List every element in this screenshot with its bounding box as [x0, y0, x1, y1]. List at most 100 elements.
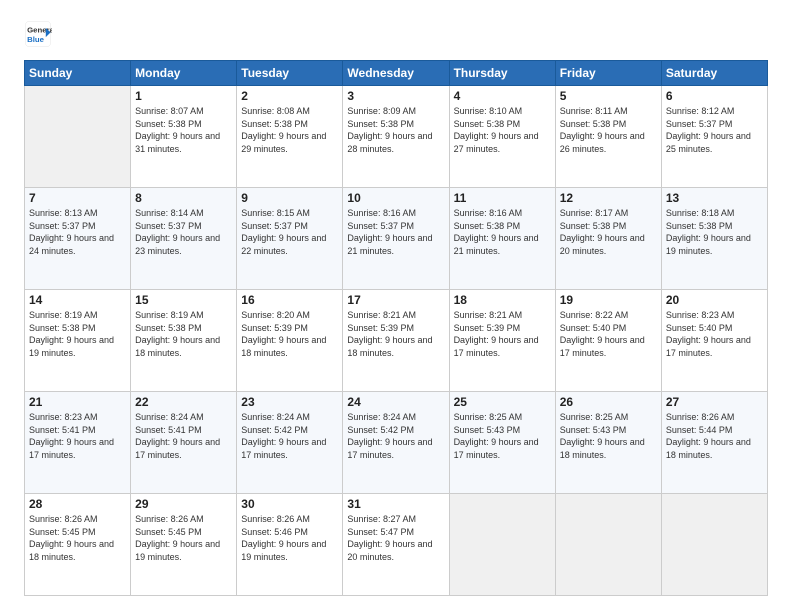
daylight-label: Daylight: 9 hours and 23 minutes. [135, 233, 220, 256]
daylight-label: Daylight: 9 hours and 18 minutes. [29, 539, 114, 562]
calendar-header-monday: Monday [131, 61, 237, 86]
sunset-label: Sunset: 5:42 PM [347, 425, 414, 435]
day-number: 27 [666, 395, 763, 409]
day-number: 17 [347, 293, 444, 307]
day-info: Sunrise: 8:09 AMSunset: 5:38 PMDaylight:… [347, 105, 444, 155]
calendar-week-row: 1Sunrise: 8:07 AMSunset: 5:38 PMDaylight… [25, 86, 768, 188]
sunset-label: Sunset: 5:38 PM [454, 119, 521, 129]
calendar-cell: 21Sunrise: 8:23 AMSunset: 5:41 PMDayligh… [25, 392, 131, 494]
day-info: Sunrise: 8:26 AMSunset: 5:45 PMDaylight:… [29, 513, 126, 563]
calendar-cell: 26Sunrise: 8:25 AMSunset: 5:43 PMDayligh… [555, 392, 661, 494]
sunset-label: Sunset: 5:37 PM [29, 221, 96, 231]
sunset-label: Sunset: 5:38 PM [560, 221, 627, 231]
day-number: 3 [347, 89, 444, 103]
daylight-label: Daylight: 9 hours and 17 minutes. [666, 335, 751, 358]
calendar-week-row: 28Sunrise: 8:26 AMSunset: 5:45 PMDayligh… [25, 494, 768, 596]
sunset-label: Sunset: 5:38 PM [135, 119, 202, 129]
sunset-label: Sunset: 5:38 PM [347, 119, 414, 129]
daylight-label: Daylight: 9 hours and 31 minutes. [135, 131, 220, 154]
sunset-label: Sunset: 5:38 PM [560, 119, 627, 129]
sunrise-label: Sunrise: 8:09 AM [347, 106, 416, 116]
day-number: 10 [347, 191, 444, 205]
day-number: 2 [241, 89, 338, 103]
daylight-label: Daylight: 9 hours and 19 minutes. [135, 539, 220, 562]
day-info: Sunrise: 8:27 AMSunset: 5:47 PMDaylight:… [347, 513, 444, 563]
calendar-header-tuesday: Tuesday [237, 61, 343, 86]
day-number: 13 [666, 191, 763, 205]
day-number: 16 [241, 293, 338, 307]
sunrise-label: Sunrise: 8:26 AM [135, 514, 204, 524]
sunset-label: Sunset: 5:38 PM [666, 221, 733, 231]
sunrise-label: Sunrise: 8:19 AM [29, 310, 98, 320]
sunrise-label: Sunrise: 8:26 AM [241, 514, 310, 524]
day-number: 9 [241, 191, 338, 205]
day-info: Sunrise: 8:19 AM Sunset: 5:38 PM Daylight:… [29, 309, 126, 359]
sunset-label: Sunset: 5:38 PM [29, 323, 96, 333]
daylight-label: Daylight: 9 hours and 17 minutes. [135, 437, 220, 460]
calendar-cell: 24Sunrise: 8:24 AMSunset: 5:42 PMDayligh… [343, 392, 449, 494]
calendar-cell: 8Sunrise: 8:14 AMSunset: 5:37 PMDaylight… [131, 188, 237, 290]
sunset-label: Sunset: 5:43 PM [560, 425, 627, 435]
sunrise-label: Sunrise: 8:11 AM [560, 106, 628, 116]
sunrise-label: Sunrise: 8:10 AM [454, 106, 523, 116]
calendar-header-wednesday: Wednesday [343, 61, 449, 86]
day-info: Sunrise: 8:16 AMSunset: 5:37 PMDaylight:… [347, 207, 444, 257]
day-info: Sunrise: 8:13 AMSunset: 5:37 PMDaylight:… [29, 207, 126, 257]
calendar-cell: 19Sunrise: 8:22 AMSunset: 5:40 PMDayligh… [555, 290, 661, 392]
sunset-label: Sunset: 5:45 PM [29, 527, 96, 537]
calendar-header-sunday: Sunday [25, 61, 131, 86]
day-number: 14 [29, 293, 126, 307]
sunrise-label: Sunrise: 8:16 AM [347, 208, 416, 218]
day-info: Sunrise: 8:24 AMSunset: 5:42 PMDaylight:… [347, 411, 444, 461]
calendar-cell: 29Sunrise: 8:26 AMSunset: 5:45 PMDayligh… [131, 494, 237, 596]
sunrise-label: Sunrise: 8:19 AM [135, 310, 204, 320]
calendar-table: SundayMondayTuesdayWednesdayThursdayFrid… [24, 60, 768, 596]
sunset-label: Sunset: 5:37 PM [666, 119, 733, 129]
day-number: 7 [29, 191, 126, 205]
calendar-cell: 13Sunrise: 8:18 AMSunset: 5:38 PMDayligh… [661, 188, 767, 290]
calendar-header-thursday: Thursday [449, 61, 555, 86]
sunset-label: Sunset: 5:37 PM [347, 221, 414, 231]
calendar-cell: 31Sunrise: 8:27 AMSunset: 5:47 PMDayligh… [343, 494, 449, 596]
calendar-week-row: 21Sunrise: 8:23 AMSunset: 5:41 PMDayligh… [25, 392, 768, 494]
day-number: 8 [135, 191, 232, 205]
day-number: 22 [135, 395, 232, 409]
daylight-label: Daylight: 9 hours and 29 minutes. [241, 131, 326, 154]
calendar-cell [661, 494, 767, 596]
day-number: 25 [454, 395, 551, 409]
sunrise-label: Sunrise: 8:21 AM [347, 310, 416, 320]
sunset-label: Sunset: 5:39 PM [347, 323, 414, 333]
sunrise-label: Sunrise: 8:25 AM [560, 412, 629, 422]
day-info: Sunrise: 8:19 AMSunset: 5:38 PMDaylight:… [135, 309, 232, 359]
calendar-cell: 3Sunrise: 8:09 AMSunset: 5:38 PMDaylight… [343, 86, 449, 188]
sunrise-label: Sunrise: 8:14 AM [135, 208, 204, 218]
calendar-cell [449, 494, 555, 596]
day-number: 30 [241, 497, 338, 511]
calendar-cell: 17Sunrise: 8:21 AMSunset: 5:39 PMDayligh… [343, 290, 449, 392]
header: General Blue [24, 20, 768, 48]
sunrise-label: Sunrise: 8:18 AM [666, 208, 735, 218]
daylight-label: Daylight: 9 hours and 20 minutes. [560, 233, 645, 256]
sunset-label: Sunset: 5:38 PM [454, 221, 521, 231]
calendar-cell: 10Sunrise: 8:16 AMSunset: 5:37 PMDayligh… [343, 188, 449, 290]
daylight-label: Daylight: 9 hours and 19 minutes. [29, 335, 114, 358]
day-number: 15 [135, 293, 232, 307]
sunrise-label: Sunrise: 8:13 AM [29, 208, 98, 218]
daylight-label: Daylight: 9 hours and 17 minutes. [454, 437, 539, 460]
sunrise-label: Sunrise: 8:17 AM [560, 208, 629, 218]
sunset-label: Sunset: 5:39 PM [241, 323, 308, 333]
sunrise-label: Sunrise: 8:21 AM [454, 310, 523, 320]
calendar-header-row: SundayMondayTuesdayWednesdayThursdayFrid… [25, 61, 768, 86]
day-info: Sunrise: 8:15 AMSunset: 5:37 PMDaylight:… [241, 207, 338, 257]
day-info: Sunrise: 8:16 AMSunset: 5:38 PMDaylight:… [454, 207, 551, 257]
day-number: 20 [666, 293, 763, 307]
calendar-cell: 6Sunrise: 8:12 AMSunset: 5:37 PMDaylight… [661, 86, 767, 188]
calendar-header-saturday: Saturday [661, 61, 767, 86]
sunrise-label: Sunrise: 8:20 AM [241, 310, 310, 320]
day-number: 1 [135, 89, 232, 103]
sunset-label: Sunset: 5:38 PM [241, 119, 308, 129]
sunset-label: Sunset: 5:41 PM [135, 425, 202, 435]
calendar-cell: 14 Sunrise: 8:19 AM Sunset: 5:38 PM Dayligh… [25, 290, 131, 392]
daylight-label: Daylight: 9 hours and 17 minutes. [454, 335, 539, 358]
calendar-week-row: 14 Sunrise: 8:19 AM Sunset: 5:38 PM Dayligh… [25, 290, 768, 392]
